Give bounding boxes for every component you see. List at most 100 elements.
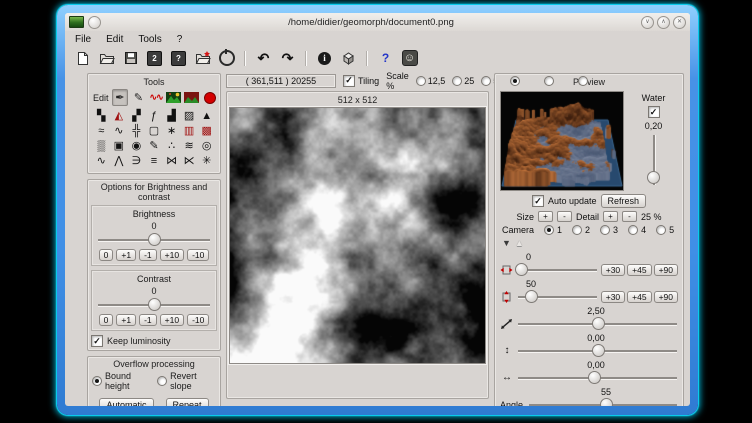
contrast-minus10-button[interactable]: -10 xyxy=(187,314,209,326)
rotate-v-plus30-button[interactable]: +30 xyxy=(601,291,625,303)
brightness-minus1-button[interactable]: -1 xyxy=(139,249,157,261)
titlebar[interactable]: /home/didier/geomorph/document0.png xyxy=(65,13,690,31)
preview-canvas[interactable] xyxy=(501,92,623,190)
tool-icon[interactable]: ▥ xyxy=(181,124,197,139)
contrast-slider[interactable] xyxy=(97,298,211,311)
tool-icon[interactable]: ∿ xyxy=(93,154,109,169)
pencil-tool-button[interactable]: ✎ xyxy=(131,90,146,105)
redo-button[interactable]: ↷ xyxy=(278,49,297,68)
menu-edit[interactable]: Edit xyxy=(106,34,123,45)
contrast-minus1-button[interactable]: -1 xyxy=(139,314,157,326)
tool-icon[interactable]: ▣ xyxy=(111,139,127,154)
tool-icon[interactable]: ≈ xyxy=(93,124,109,139)
about-button[interactable]: ☺ xyxy=(400,49,419,68)
size-minus-button[interactable]: - xyxy=(557,211,572,222)
bound-height-radio[interactable] xyxy=(92,376,102,386)
3d-scene-button[interactable] xyxy=(339,49,358,68)
menu-file[interactable]: File xyxy=(75,34,91,45)
distance-slider[interactable] xyxy=(517,317,678,330)
tool-icon[interactable]: ⋈ xyxy=(164,154,180,169)
minimize-button[interactable] xyxy=(641,16,654,29)
contrast-plus1-button[interactable]: +1 xyxy=(116,314,136,326)
detail-plus-button[interactable]: + xyxy=(603,211,618,222)
auto-update-checkbox[interactable]: ✓ xyxy=(532,195,544,207)
menu-tools[interactable]: Tools xyxy=(138,34,161,45)
brightness-slider[interactable] xyxy=(97,233,211,246)
rotate-h-plus30-button[interactable]: +30 xyxy=(601,264,625,276)
pan-vertical-slider[interactable] xyxy=(517,344,678,357)
tool-icon[interactable]: ƒ xyxy=(146,109,162,124)
rotate-vertical-slider[interactable] xyxy=(517,290,598,303)
water-slider[interactable] xyxy=(647,134,660,186)
keep-luminosity-checkbox[interactable]: ✓ xyxy=(91,335,103,347)
revert-slope-radio[interactable] xyxy=(157,376,167,386)
document-help-button[interactable]: ? xyxy=(169,49,188,68)
tool-icon[interactable]: ◭ xyxy=(111,109,127,124)
rotate-v-plus45-button[interactable]: +45 xyxy=(627,291,651,303)
tool-icon[interactable]: ◉ xyxy=(128,139,144,154)
open-recent-button[interactable] xyxy=(193,49,212,68)
tool-icon[interactable]: ▚ xyxy=(93,109,109,124)
tiling-checkbox[interactable]: ✓ xyxy=(343,75,355,87)
maximize-button[interactable] xyxy=(657,16,670,29)
info-button[interactable]: i xyxy=(315,49,334,68)
terrain-tool-2-button[interactable] xyxy=(184,90,199,105)
tool-icon[interactable]: ≡ xyxy=(146,154,162,169)
tool-icon[interactable]: ⋉ xyxy=(181,154,197,169)
camera-2-radio[interactable] xyxy=(572,225,582,235)
stop-button[interactable] xyxy=(217,49,236,68)
tool-icon[interactable]: ▨ xyxy=(181,109,197,124)
contrast-0-button[interactable]: 0 xyxy=(99,314,114,326)
brightness-0-button[interactable]: 0 xyxy=(99,249,114,261)
open-file-button[interactable] xyxy=(97,49,116,68)
size-plus-button[interactable]: + xyxy=(538,211,553,222)
refresh-button[interactable]: Refresh xyxy=(601,194,647,208)
heightfield-canvas[interactable] xyxy=(230,108,485,363)
terrain-tool-button[interactable] xyxy=(166,90,181,105)
repeat-button[interactable]: Repeat xyxy=(166,398,209,406)
flip-up-icon[interactable]: ▲ xyxy=(515,239,524,248)
tool-icon[interactable]: ▟ xyxy=(164,109,180,124)
undo-button[interactable]: ↶ xyxy=(254,49,273,68)
tool-icon[interactable]: ◎ xyxy=(199,139,215,154)
water-checkbox[interactable]: ✓ xyxy=(648,106,660,118)
tool-icon[interactable]: ⋀ xyxy=(111,154,127,169)
camera-3-radio[interactable] xyxy=(600,225,610,235)
scale-200-radio[interactable] xyxy=(544,76,554,86)
scale-400-radio[interactable] xyxy=(578,76,588,86)
camera-5-radio[interactable] xyxy=(656,225,666,235)
tool-icon[interactable]: ✎ xyxy=(146,139,162,154)
rotate-v-plus90-button[interactable]: +90 xyxy=(654,291,678,303)
new-document-button[interactable] xyxy=(73,49,92,68)
tool-icon[interactable]: ∗ xyxy=(164,124,180,139)
tool-icon[interactable]: ≋ xyxy=(181,139,197,154)
scale-100-radio[interactable] xyxy=(510,76,520,86)
tool-icon[interactable]: ▢ xyxy=(146,124,162,139)
pan-horizontal-slider[interactable] xyxy=(517,371,678,384)
brightness-minus10-button[interactable]: -10 xyxy=(187,249,209,261)
tool-icon[interactable]: ▩ xyxy=(199,124,215,139)
camera-1-radio[interactable] xyxy=(544,225,554,235)
rotate-h-plus45-button[interactable]: +45 xyxy=(627,264,651,276)
wave-tool-button[interactable]: ∿∿ xyxy=(149,90,164,105)
camera-4-radio[interactable] xyxy=(628,225,638,235)
tool-icon[interactable]: ✳ xyxy=(199,154,215,169)
tool-icon[interactable]: ∿ xyxy=(111,124,127,139)
stamp-tool-button[interactable]: ✒ xyxy=(112,89,129,106)
scale-50-radio[interactable] xyxy=(481,76,491,86)
angle-slider[interactable] xyxy=(528,398,678,406)
menu-help[interactable]: ? xyxy=(177,34,183,45)
scale-12-radio[interactable] xyxy=(416,76,426,86)
record-tool-button[interactable] xyxy=(202,90,217,105)
automatic-button[interactable]: Automatic xyxy=(99,398,153,406)
tool-icon[interactable]: ∴ xyxy=(164,139,180,154)
tool-icon[interactable]: ▲ xyxy=(199,109,215,124)
detail-minus-button[interactable]: - xyxy=(622,211,637,222)
document-2-button[interactable]: 2 xyxy=(145,49,164,68)
help-button[interactable]: ? xyxy=(376,49,395,68)
shade-button[interactable] xyxy=(88,16,101,29)
scale-25-radio[interactable] xyxy=(452,76,462,86)
tool-icon[interactable]: ∋ xyxy=(128,154,144,169)
save-button[interactable] xyxy=(121,49,140,68)
rotate-horizontal-slider[interactable] xyxy=(517,263,598,276)
